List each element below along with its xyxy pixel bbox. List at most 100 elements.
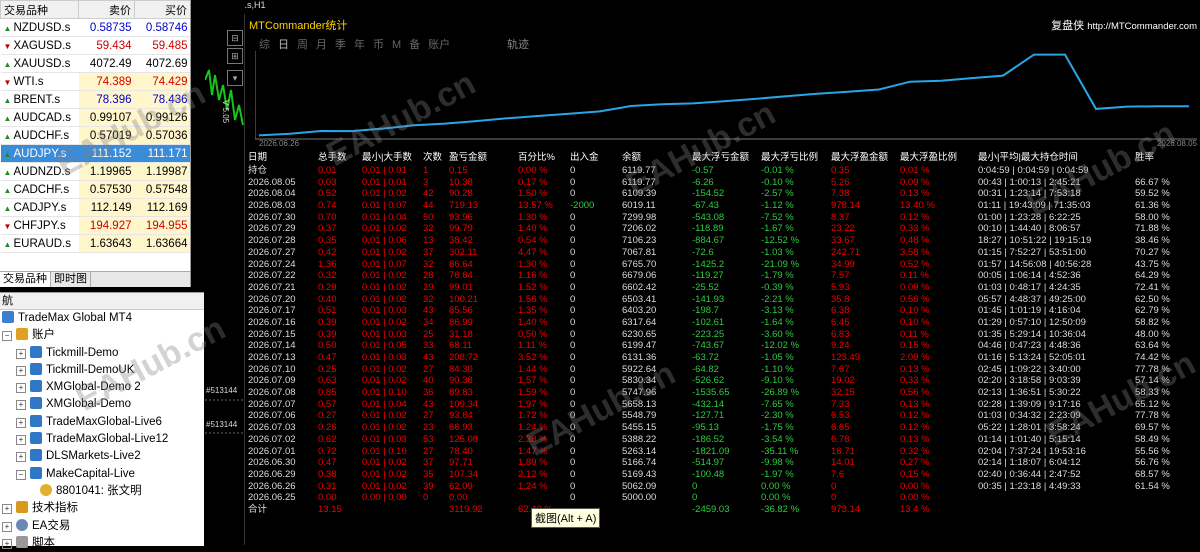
brand-url[interactable]: http://MTCommander.com [1087,21,1197,32]
ask-cell: 0.99126 [134,108,190,127]
nav-account-item[interactable]: + TradeMaxGlobal-Live6 [0,414,204,431]
period-menu-item[interactable]: 币 [373,39,384,51]
stats-cell: 0.00 % [518,165,548,176]
period-menu-item[interactable]: 季 [335,39,346,51]
market-watch-row[interactable]: ▲ AUDCAD.s 0.99107 0.99126 [0,108,190,127]
stats-row[interactable]: 2026.07.30 0.70 0.01 | 0.04 50 93.96 1.30 % 0 7… [245,212,1200,224]
stats-row[interactable]: 2026.07.28 0.35 0.01 | 0.06 13 38.42 0.54 % 0 7… [245,235,1200,247]
stats-row[interactable]: 2026.07.07 0.57 0.01 | 0.04 43 109.34 1.97 % 0… [245,399,1200,411]
expand-icon[interactable]: + [16,383,26,394]
market-watch-row[interactable]: ▲ CADJPY.s 112.149 112.169 [0,198,190,217]
stats-row[interactable]: 2026.07.10 0.25 0.01 | 0.02 27 84.30 1.44 % 0 5… [245,364,1200,376]
bid-cell: 0.57019 [78,126,135,145]
stats-row[interactable]: 2026.06.25 0.00 0.00 | 0.00 0 0.00 0 5000.00 0 0… [245,492,1200,504]
expand-icon[interactable]: + [16,417,26,428]
nav-account-item[interactable]: + DLSMarkets-Live2 [0,448,204,465]
period-menu-item[interactable]: M [392,39,401,51]
expand-button[interactable]: ▾ [227,70,243,86]
nav-accounts[interactable]: − 账户 [0,327,204,344]
stats-brand[interactable]: 复盘侠 http://MTCommander.com [1051,17,1197,33]
market-watch-row[interactable]: ▼ XAGUSD.s 59.434 59.485 [0,36,190,55]
period-menu-item[interactable]: 周 [297,39,308,51]
stats-row[interactable]: 2026.07.27 0.42 0.01 | 0.02 37 302.11 4.47 % 0… [245,247,1200,259]
trail-button[interactable]: 轨迹 [507,36,529,52]
nav-account-item[interactable]: + Tickmill-Demo [0,345,204,362]
stats-row[interactable]: 2026.06.30 0.47 0.01 | 0.02 37 97.71 1.89 % 0 5… [245,457,1200,469]
stats-cell: 7106.23 [622,235,657,247]
stats-row[interactable]: 2026.08.05 0.03 0.01 | 0.01 3 10.38 0.17 % 0 61… [245,177,1200,189]
stats-row[interactable]: 2026.07.06 0.27 0.01 | 0.02 27 93.64 1.72 % 0 5… [245,410,1200,422]
stats-row[interactable]: 2026.07.17 0.51 0.01 | 0.03 43 85.56 1.35 % 0 6… [245,305,1200,317]
nav-broker[interactable]: TradeMax Global MT4 [0,310,204,327]
expand-icon[interactable]: + [16,435,26,446]
market-watch-row[interactable]: ▲ NZDUSD.s 0.58735 0.58746 [0,18,190,37]
market-watch-row[interactable]: ▲ AUDJPY.s 111.152 111.171 [0,144,190,163]
expand-icon[interactable]: + [16,365,26,376]
stats-row[interactable]: 2026.07.14 0.50 0.01 | 0.05 33 68.11 1.11 % 0 6… [245,340,1200,352]
stats-row[interactable]: 2026.07.15 0.39 0.01 | 0.03 25 31.18 0.50 % 0 6… [245,329,1200,341]
stats-cell: 43 [423,305,434,317]
col-symbol[interactable]: 交易品种 [0,0,79,19]
expand-icon[interactable]: + [2,521,12,532]
market-watch-row[interactable]: ▲ EURAUD.s 1.63643 1.63664 [0,234,190,253]
market-watch-row[interactable]: ▼ WTI.s 74.389 74.429 [0,72,190,91]
stats-row[interactable]: 2026.07.20 0.40 0.01 | 0.02 32 100.21 1.56 % 0… [245,294,1200,306]
nav-account-item[interactable]: + TradeMaxGlobal-Live12 [0,431,204,448]
nav-account-item[interactable]: + XMGlobal-Demo [0,396,204,413]
expand-icon[interactable]: + [16,348,26,359]
stats-row[interactable]: 2026.08.03 0.74 0.01 | 0.07 44 719.13 13.57 %… [245,200,1200,212]
collapse-icon[interactable]: − [2,331,12,342]
zoom-out-button[interactable]: ⊟ [227,30,243,46]
tab-symbols[interactable]: 交易品种 [0,272,51,287]
stats-row[interactable]: 2026.07.02 0.62 0.01 | 0.03 53 125.08 2.38 % 0… [245,434,1200,446]
stats-row[interactable]: 2026.07.22 0.32 0.01 | 0.02 28 76.64 1.16 % 0 6… [245,270,1200,282]
stats-row[interactable]: 2026.06.29 0.38 0.01 | 0.02 35 107.34 2.12 % 0… [245,469,1200,481]
market-watch-row[interactable]: ▲ AUDCHF.s 0.57019 0.57036 [0,126,190,145]
stats-row[interactable]: 2026.06.26 0.31 0.01 | 0.02 39 62.09 1.24 % 0 5… [245,481,1200,493]
nav-sub-account[interactable]: 8801041: 张文明 [0,483,204,500]
stats-row[interactable]: 2026.07.08 0.85 0.01 | 0.10 36 89.83 1.59 % 0 5… [245,387,1200,399]
market-watch-row[interactable]: ▲ CADCHF.s 0.57530 0.57548 [0,180,190,199]
stats-row[interactable]: 2026.07.24 1.36 0.01 | 0.07 32 86.64 1.30 % 0 6… [245,259,1200,271]
period-menu-item[interactable]: 日 [278,39,289,51]
stats-row[interactable]: 2026.08.04 0.52 0.01 | 0.02 42 90.28 1.50 % 0 6… [245,188,1200,200]
expand-icon[interactable]: + [2,504,12,515]
col-bid[interactable]: 卖价 [78,0,135,19]
tab-ticks[interactable]: 即时图 [51,272,91,287]
nav-account-item[interactable]: + XMGlobal-Demo 2 [0,379,204,396]
nav-experts[interactable]: + EA交易 [0,518,204,535]
expand-icon[interactable]: + [16,400,26,411]
stats-row[interactable]: 2026.07.03 0.26 0.01 | 0.02 23 66.93 1.24 % 0 5… [245,422,1200,434]
col-ask[interactable]: 买价 [134,0,190,19]
zoom-in-button[interactable]: ⊞ [227,48,243,64]
stats-row[interactable]: 2026.07.29 0.37 0.01 | 0.02 32 99.79 1.40 % 0 7… [245,223,1200,235]
nav-scripts[interactable]: + 脚本 [0,535,204,552]
nav-account-item[interactable]: + Tickmill-DemoUK [0,362,204,379]
stats-cell: 00:31 | 1:23:14 | 7:53:18 [978,188,1081,200]
stats-row[interactable]: 持仓 0.01 0.01 | 0.01 1 0.15 0.00 % 0 6119.77 -0.5… [245,165,1200,177]
market-watch-row[interactable]: ▼ CHFJPY.s 194.927 194.955 [0,216,190,235]
period-menu-item[interactable]: 月 [316,39,327,51]
expand-icon[interactable]: + [16,452,26,463]
stats-row[interactable]: 2026.07.01 0.72 0.01 | 0.10 27 78.40 1.47 % 0 5… [245,446,1200,458]
nav-indicators[interactable]: + 技术指标 [0,500,204,517]
collapse-icon[interactable]: − [16,469,26,480]
period-menu-item[interactable]: 备 [409,39,420,51]
stats-row[interactable]: 2026.07.21 0.29 0.01 | 0.02 29 99.01 1.52 % 0 6… [245,282,1200,294]
market-watch-row[interactable]: ▲ XAUUSD.s 4072.49 4072.69 [0,54,190,73]
stats-total-row[interactable]: 合计13.153119.9262.40 %-2459.03-36.82 %973… [245,504,1200,516]
stats-row[interactable]: 2026.07.16 0.39 0.01 | 0.02 34 86.99 1.40 % 0 6… [245,317,1200,329]
nav-account-item[interactable]: − MakeCapital-Live [0,466,204,483]
expand-icon[interactable]: + [2,538,12,549]
market-watch-row[interactable]: ▲ AUDNZD.s 1.19965 1.19987 [0,162,190,181]
stats-cell: 33 [423,340,434,352]
stats-row[interactable]: 2026.07.09 0.63 0.01 | 0.02 40 90.38 1.57 % 0 5… [245,375,1200,387]
period-menu-item[interactable]: 账户 [428,39,450,51]
stats-cell: -25.52 [692,281,719,293]
period-menu-item[interactable]: 综 [259,39,270,51]
stats-col-header: 出入金 [570,152,599,163]
market-watch-row[interactable]: ▲ BRENT.s 78.396 78.436 [0,90,190,109]
period-menu-item[interactable]: 年 [354,39,365,51]
stats-cell: -12.02 % [761,340,800,352]
stats-row[interactable]: 2026.07.13 0.47 0.01 | 0.03 43 208.72 3.52 % 0… [245,352,1200,364]
